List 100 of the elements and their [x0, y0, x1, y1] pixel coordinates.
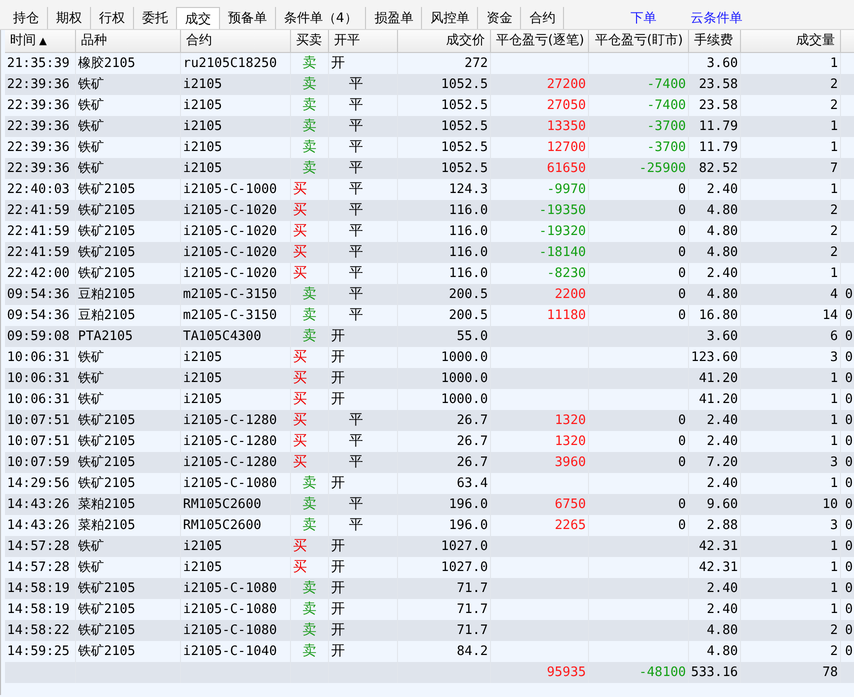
table-cell: 平: [349, 97, 363, 113]
table-cell: 卖: [302, 601, 316, 617]
table-cell: 买: [293, 181, 307, 197]
table-cell: 4.80: [706, 287, 738, 302]
table-cell: 卖: [302, 475, 316, 491]
table-cell: 0: [845, 581, 853, 596]
table-cell: 铁矿: [78, 77, 104, 92]
link[interactable]: 云条件单: [690, 9, 742, 27]
table-cell: 1: [830, 182, 838, 197]
table-cell: 9.60: [706, 497, 738, 512]
column-header[interactable]: 成交量: [741, 30, 841, 52]
table-cell: 0: [678, 266, 686, 281]
table-cell: 26.7: [456, 413, 488, 428]
tab[interactable]: 资金: [478, 7, 522, 29]
table-cell: 11.79: [698, 140, 738, 155]
table-cell: 1027.0: [441, 560, 488, 575]
table-cell: 23.58: [698, 98, 738, 113]
table-row[interactable]: 10:07:51 铁矿2105 i2105-C-1280 买 平 26.7 1320 0 2.40 1 0: [5, 410, 854, 431]
table-cell: 26.7: [456, 434, 488, 449]
table-cell: 3: [830, 350, 838, 365]
tab[interactable]: 持仓: [5, 7, 48, 29]
table-row[interactable]: 14:58:22 铁矿2105 i2105-C-1080 卖 开 71.7 4.80 2 0: [5, 620, 854, 641]
table-cell: 14: [822, 308, 838, 323]
table-row[interactable]: 22:39:36 铁矿 i2105 卖 平 1052.5 61650 -25900 82.52 7: [5, 158, 854, 179]
table-cell: 铁矿: [78, 161, 104, 176]
table-row[interactable]: 10:07:59 铁矿2105 i2105-C-1280 买 平 26.7 3960 0 7.20 3 0: [5, 452, 854, 473]
table-cell: 116.0: [448, 245, 488, 260]
table-cell: 0: [845, 308, 853, 323]
table-cell: 平: [349, 517, 363, 533]
table-cell: 84.2: [456, 644, 488, 659]
table-cell: 14:58:19: [7, 602, 70, 617]
column-header[interactable]: 手续费: [689, 30, 741, 52]
tab[interactable]: 行权: [91, 7, 134, 29]
table-cell: 09:59:08: [7, 329, 70, 344]
table-cell: 0: [678, 287, 686, 302]
table-cell: 09:54:36: [7, 287, 70, 302]
link[interactable]: 下单: [630, 9, 656, 27]
table-row[interactable]: 09:54:36 豆粕2105 m2105-C-3150 卖 平 200.5 11180 0 16.80 14 0: [5, 305, 854, 326]
table-row[interactable]: 22:39:36 铁矿 i2105 卖 平 1052.5 13350 -3700 11.79 1: [5, 116, 854, 137]
table-cell: 卖: [302, 580, 316, 596]
table-row[interactable]: 09:59:08 PTA2105 TA105C4300 卖 开 55.0 3.60 6 0: [5, 326, 854, 347]
table-cell: i2105: [183, 560, 222, 575]
table-cell: 3: [830, 518, 838, 533]
table-cell: 10:07:51: [7, 413, 70, 428]
table-cell: 10:07:59: [7, 455, 70, 470]
table-cell: 272: [464, 56, 488, 71]
table-cell: 买: [293, 349, 307, 365]
table-cell: 卖: [302, 517, 316, 533]
table-cell: 2.88: [706, 518, 738, 533]
table-cell: 1: [830, 476, 838, 491]
table-cell: 16.80: [698, 308, 738, 323]
table-cell: TA105C4300: [183, 329, 262, 344]
table-cell: 0: [678, 518, 686, 533]
table-cell: 1: [830, 539, 838, 554]
table-cell: 82.52: [698, 161, 738, 176]
table-cell: 菜粕2105: [78, 497, 136, 512]
table-cell: 10:06:31: [7, 371, 70, 386]
table-cell: 42.31: [698, 560, 738, 575]
table-cell: 14:43:26: [7, 518, 70, 533]
tab[interactable]: 合约: [521, 7, 564, 29]
table-cell: i2105-C-1080: [183, 476, 277, 491]
column-header[interactable]: 买卖: [291, 30, 329, 52]
tab[interactable]: 损盈单: [366, 7, 422, 29]
table-cell: 1052.5: [441, 119, 488, 134]
table-row[interactable]: 14:43:26 菜粕2105 RM105C2600 卖 平 196.0 6750 0 9.60 10 0: [5, 494, 854, 515]
table-row[interactable]: 22:41:59 铁矿2105 i2105-C-1020 买 平 116.0 -18140 0 4.80 2: [5, 242, 854, 263]
table-cell: 铁矿2105: [78, 224, 136, 239]
tab[interactable]: 预备单: [220, 7, 276, 29]
table-cell: -18140: [539, 245, 586, 260]
table-row[interactable]: 10:06:31 铁矿 i2105 买 开 1000.0 41.20 1 0: [5, 368, 854, 389]
tab[interactable]: 条件单（4）: [276, 7, 366, 29]
table-cell: 22:39:36: [7, 161, 70, 176]
table-row[interactable]: 09:54:36 豆粕2105 m2105-C-3150 卖 平 200.5 2200 0 4.80 4 0: [5, 284, 854, 305]
table-cell: 卖: [302, 97, 316, 113]
table-cell: 116.0: [448, 203, 488, 218]
total-cell: -48100: [639, 665, 686, 680]
column-header[interactable]: 品种: [76, 30, 181, 52]
table-row[interactable]: 22:39:36 铁矿 i2105 卖 平 1052.5 27200 -7400 23.58 2: [5, 74, 854, 95]
column-header[interactable]: 时间 ▲: [5, 30, 76, 52]
column-header[interactable]: 合约: [181, 30, 291, 52]
column-header[interactable]: 平仓盈亏(盯市): [589, 30, 689, 52]
table-row[interactable]: 22:41:59 铁矿2105 i2105-C-1020 买 平 116.0 -19350 0 4.80 2: [5, 200, 854, 221]
table-cell: 买: [293, 454, 307, 470]
table-row[interactable]: 14:57:28 铁矿 i2105 买 开 1027.0 42.31 1 0: [5, 536, 854, 557]
column-header[interactable]: 开平: [329, 30, 398, 52]
tab[interactable]: 成交: [177, 7, 220, 29]
table-cell: 14:59:25: [7, 644, 70, 659]
table-cell: 1: [830, 560, 838, 575]
column-header[interactable]: 平仓盈亏(逐笔): [491, 30, 589, 52]
table-cell: i2105-C-1020: [183, 203, 277, 218]
tab[interactable]: 风控单: [422, 7, 478, 29]
table-cell: 1000.0: [441, 392, 488, 407]
table-cell: 14:58:19: [7, 581, 70, 596]
table-row[interactable]: 14:58:19 铁矿2105 i2105-C-1080 卖 开 71.7 2.40 1 0: [5, 578, 854, 599]
table-cell: 买: [293, 265, 307, 281]
table-cell: i2105: [183, 98, 222, 113]
tab[interactable]: 期权: [48, 7, 91, 29]
table-cell: 2200: [554, 287, 586, 302]
column-header[interactable]: 成交价: [398, 30, 491, 52]
table-cell: 买: [293, 202, 307, 218]
